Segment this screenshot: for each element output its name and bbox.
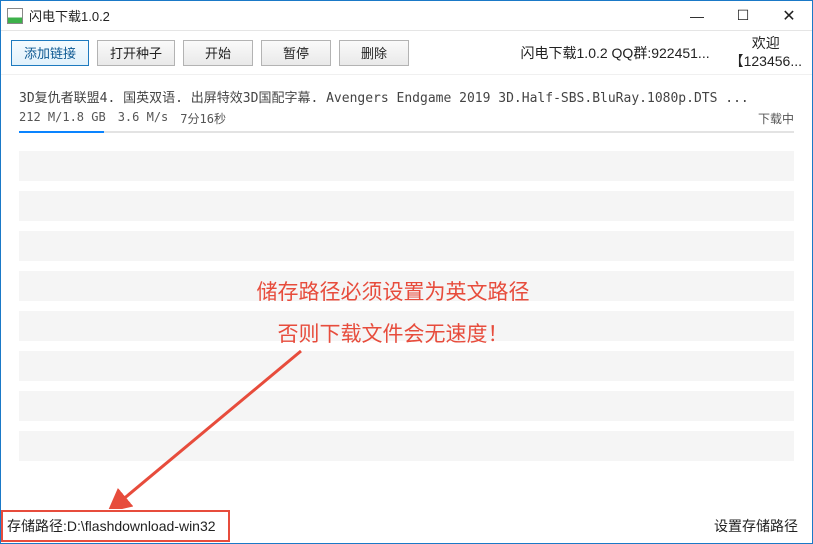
download-progress — [19, 131, 794, 133]
storage-path-box: 存储路径:D:\flashdownload-win32 — [1, 510, 230, 542]
storage-path-value: D:\flashdownload-win32 — [67, 518, 216, 534]
download-status: 下载中 — [758, 110, 794, 127]
download-speed: 3.6 M/s — [118, 110, 169, 127]
list-item — [19, 391, 794, 421]
minimize-button[interactable]: — — [674, 1, 720, 30]
list-item — [19, 351, 794, 381]
list-item — [19, 271, 794, 301]
window-controls: — ☐ ✕ — [674, 1, 812, 30]
welcome-line1: 欢迎 — [730, 35, 802, 53]
list-item — [19, 231, 794, 261]
list-item — [19, 311, 794, 341]
list-item — [19, 191, 794, 221]
status-bar: 存储路径:D:\flashdownload-win32 设置存储路径 — [1, 509, 812, 543]
toolbar: 添加链接 打开种子 开始 暂停 删除 闪电下载1.0.2 QQ群:922451.… — [1, 31, 812, 75]
download-size: 212 M/1.8 GB — [19, 110, 106, 127]
download-remaining: 7分16秒 — [180, 110, 226, 127]
add-link-button[interactable]: 添加链接 — [11, 40, 89, 66]
download-filename: 3D复仇者联盟4. 国英双语. 出屏特效3D国配字幕. Avengers End… — [19, 87, 794, 106]
download-subinfo: 212 M/1.8 GB 3.6 M/s 7分16秒 下载中 — [19, 110, 794, 127]
app-icon — [7, 8, 23, 24]
welcome-line2: 【123456... — [730, 53, 802, 71]
download-row[interactable]: 3D复仇者联盟4. 国英双语. 出屏特效3D国配字幕. Avengers End… — [19, 83, 794, 137]
start-button[interactable]: 开始 — [183, 40, 253, 66]
list-item — [19, 431, 794, 461]
title-bar: 闪电下载1.0.2 — ☐ ✕ — [1, 1, 812, 31]
storage-path-label: 存储路径: — [7, 518, 67, 534]
welcome-block: 欢迎 【123456... — [730, 35, 802, 70]
list-item — [19, 151, 794, 181]
app-info-label: 闪电下载1.0.2 QQ群:922451... — [521, 43, 710, 63]
window-title: 闪电下载1.0.2 — [29, 6, 110, 25]
maximize-button[interactable]: ☐ — [720, 1, 766, 30]
download-progress-bar — [19, 131, 104, 133]
close-button[interactable]: ✕ — [766, 1, 812, 30]
delete-button[interactable]: 删除 — [339, 40, 409, 66]
set-storage-path-link[interactable]: 设置存储路径 — [714, 516, 798, 536]
open-seed-button[interactable]: 打开种子 — [97, 40, 175, 66]
download-list: 3D复仇者联盟4. 国英双语. 出屏特效3D国配字幕. Avengers End… — [1, 75, 812, 489]
pause-button[interactable]: 暂停 — [261, 40, 331, 66]
